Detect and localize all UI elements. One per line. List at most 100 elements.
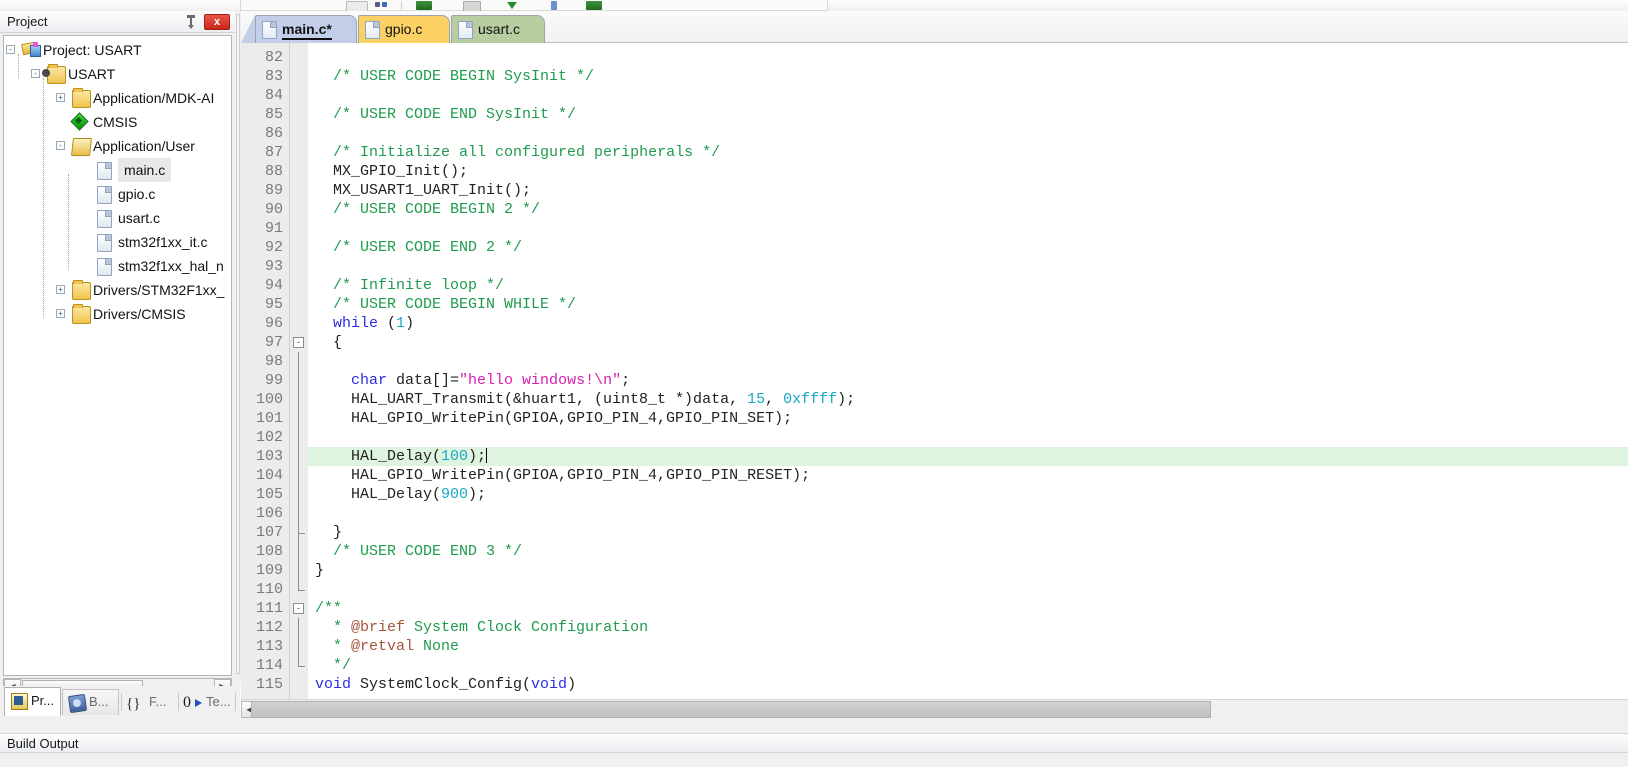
code-token-plain: } [315,562,325,579]
line-number: 88 [264,163,283,180]
line-number: 99 [264,372,283,389]
code-line: */ [315,656,351,675]
tree-item-usart[interactable]: - USART [4,62,231,86]
code-line: void SystemClock_Config(void) [315,675,576,694]
line-number: 114 [255,657,283,674]
tree-item-application-mdk-ai[interactable]: + Application/MDK-AI [4,86,231,110]
collapse-icon[interactable]: - [31,69,40,78]
tree-item-cmsis[interactable]: CMSIS [4,110,231,134]
build-output-title: Build Output [7,736,79,751]
tree-item-drivers-stm32f1xx[interactable]: + Drivers/STM32F1xx_ [4,278,231,302]
tree-item-label: main.c [118,158,172,182]
code-token-plain: { [315,334,343,351]
tree-item-application-user[interactable]: - Application/User [4,134,231,158]
rebuild-icon[interactable] [463,1,481,11]
line-number: 93 [264,258,283,275]
close-icon[interactable]: x [204,14,230,30]
fold-guide-line [298,428,299,447]
line-number: 103 [255,448,283,465]
dock-tab-project-label: Pr... [31,693,55,708]
fold-collapse-icon[interactable]: - [293,603,304,614]
editor-pane: main.c* gpio.c usart.c 82 83 /* USER CODE… [241,11,1628,719]
build-output-panel: Build Output [0,719,1628,767]
tree-item-stm32f1xx-hal-n[interactable]: stm32f1xx_hal_n [4,254,231,278]
editor-hscroll-thumb[interactable] [251,701,1211,718]
code-token-plain: ); [468,448,487,465]
tree-item-label: Application/User [93,138,195,154]
manage-project-icon[interactable] [586,1,602,10]
line-number: 97 [264,334,283,351]
box-icon[interactable] [346,1,368,11]
expand-icon[interactable]: + [56,93,65,102]
target-folder-icon [42,64,66,84]
tree-item-project-usart[interactable]: - Project: USART [4,38,231,62]
fold-guide-line [298,656,299,666]
download-icon[interactable] [507,2,517,9]
code-line: MX_USART1_UART_Init(); [315,181,531,200]
fold-guide-line [298,466,299,485]
code-line: * @brief System Clock Configuration [315,618,648,637]
fold-guide-line [298,409,299,428]
current-line-highlight [307,447,1628,466]
code-line: } [315,561,324,580]
dock-tab-books[interactable]: B... [62,689,119,715]
target-icon[interactable] [551,1,557,10]
code-editor-surface[interactable]: 82 83 /* USER CODE BEGIN SysInit */ 84 85 /… [241,43,1628,699]
line-number: 101 [255,410,283,427]
collapse-icon[interactable]: - [6,45,15,54]
line-number: 91 [264,220,283,237]
expand-icon[interactable]: + [56,309,65,318]
folder-icon [72,304,91,324]
dock-tab-functions[interactable]: {} F... [124,689,176,715]
line-number: 110 [255,581,283,598]
toolbar-separator [401,1,402,10]
code-token-cmt: /* USER CODE END SysInit */ [333,106,577,123]
tab-main-c[interactable]: main.c* [255,15,357,43]
small-icons-2-icon[interactable] [382,2,387,7]
fold-collapse-icon[interactable]: - [293,337,304,348]
collapse-icon[interactable]: - [56,141,65,150]
code-token-num: 900 [441,486,469,503]
tree-item-usart-c[interactable]: usart.c [4,206,231,230]
tree-guide-line [68,174,70,270]
project-tree[interactable]: - Project: USART - USART + Application/MDK-AI… [3,35,232,676]
books-icon [67,693,88,714]
line-number: 111 [255,600,283,617]
tab-gpio-c[interactable]: gpio.c [358,15,450,43]
small-icons-icon[interactable] [375,2,380,7]
code-line: /* USER CODE END SysInit */ [315,105,576,124]
editor-hscrollbar[interactable]: ◀ [241,699,1628,719]
code-token-plain: MX_USART1_UART_Init(); [315,182,532,199]
tree-item-drivers-cmsis[interactable]: + Drivers/CMSIS [4,302,231,326]
tree-item-label: USART [68,66,116,82]
line-number: 84 [264,87,283,104]
project-panel-titlebar: Project x [0,11,235,33]
tab-usart-c[interactable]: usart.c [451,15,545,43]
dock-tab-project[interactable]: Pr... [4,687,61,716]
code-token-plain: HAL_Delay( [315,448,442,465]
dock-tab-templates[interactable]: 0 Te... [181,689,233,715]
code-line: MX_GPIO_Init(); [315,162,468,181]
code-token-cmt: /* USER CODE BEGIN 2 */ [333,201,541,218]
code-token-dox: @brief [351,619,406,636]
tree-item-main-c[interactable]: main.c [4,158,231,182]
tab-leading-shape [241,15,255,43]
toolbar-button-group [240,0,828,11]
dock-splitter-track [236,14,240,674]
code-token-cmt: /* USER CODE END 2 */ [333,239,523,256]
code-line: HAL_Delay(900); [315,485,486,504]
pin-icon[interactable] [185,15,197,29]
build-icon[interactable] [416,1,432,10]
expand-icon[interactable]: + [56,285,65,294]
code-token-num: 100 [441,448,469,465]
line-number: 83 [264,68,283,85]
line-number: 96 [264,315,283,332]
tree-guide-line [43,78,45,318]
fold-guide-line [298,447,299,466]
tree-item-gpio-c[interactable]: gpio.c [4,182,231,206]
build-output-titlebar: Build Output [0,733,1628,753]
tree-item-stm32f1xx-it-c[interactable]: stm32f1xx_it.c [4,230,231,254]
